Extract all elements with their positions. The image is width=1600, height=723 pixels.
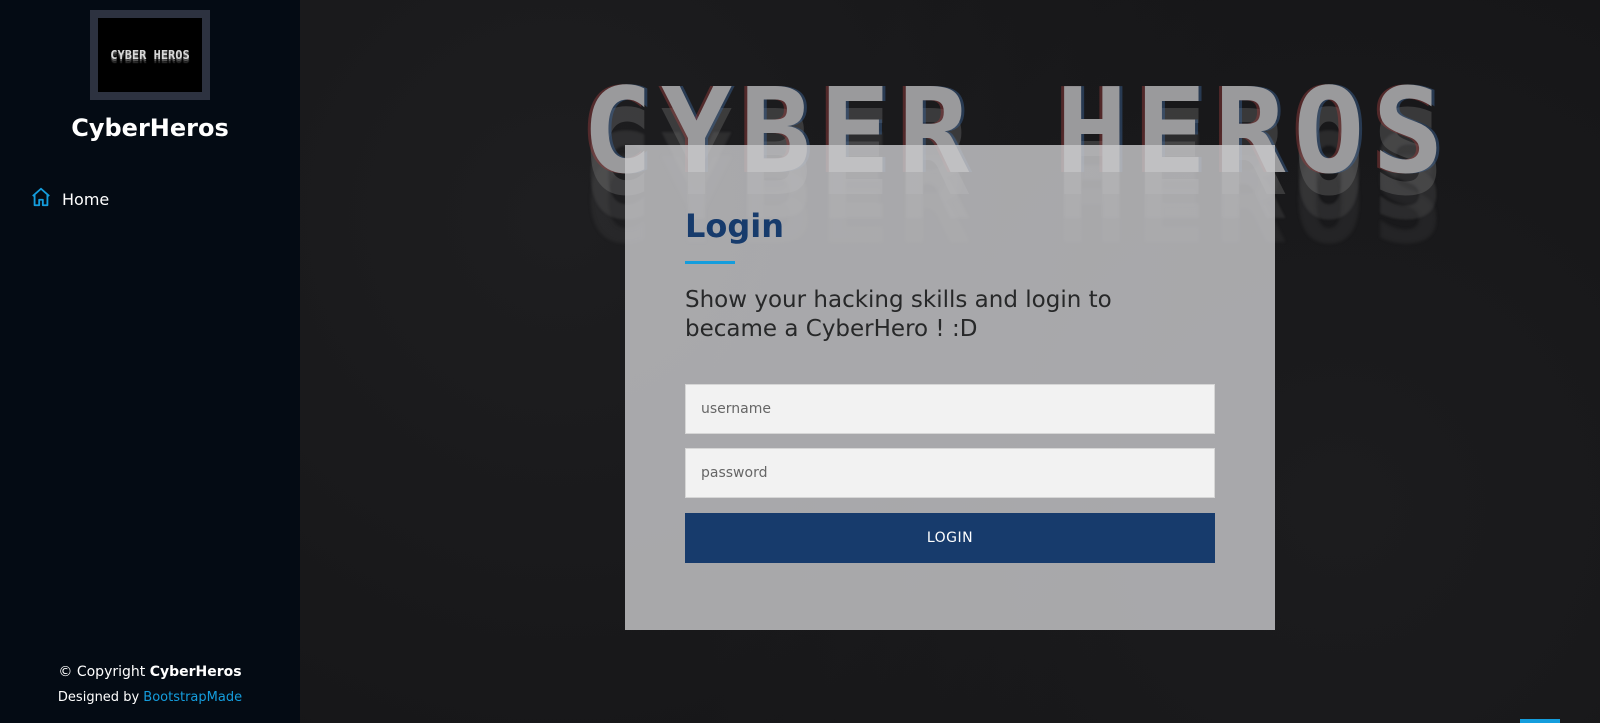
nav-item-home[interactable]: Home xyxy=(30,186,109,212)
login-subtitle: Show your hacking skills and login to be… xyxy=(685,287,1112,342)
designed-prefix: Designed by xyxy=(57,690,144,705)
login-title: Login xyxy=(685,207,785,245)
sidebar-footer: © Copyright CyberHeros Designed by Boots… xyxy=(0,664,300,705)
login-button[interactable]: LOGIN xyxy=(685,513,1215,563)
home-icon xyxy=(30,186,52,212)
logo-text: CYBER HEROS xyxy=(110,48,190,62)
title-underline xyxy=(685,261,735,264)
main-content: CYBER HEROS Login Show your hacking skil… xyxy=(300,0,1600,723)
logo-frame[interactable]: CYBER HEROS xyxy=(90,10,210,100)
login-card: Login Show your hacking skills and login… xyxy=(625,145,1275,630)
logo-image: CYBER HEROS xyxy=(98,18,202,92)
brand-name[interactable]: CyberHeros xyxy=(0,114,300,142)
nav-item-label: Home xyxy=(62,189,110,209)
copyright-name: CyberHeros xyxy=(149,664,242,680)
copyright: © Copyright CyberHeros xyxy=(0,664,300,680)
copyright-prefix: © Copyright xyxy=(58,664,150,680)
back-to-top-button[interactable] xyxy=(1520,719,1560,723)
password-input[interactable] xyxy=(685,448,1215,498)
sidebar: CYBER HEROS CyberHeros Home © Copyright … xyxy=(0,0,300,723)
username-input[interactable] xyxy=(685,384,1215,434)
designed-by: Designed by BootstrapMade xyxy=(0,690,300,705)
bootstrapmade-link[interactable]: BootstrapMade xyxy=(143,690,242,705)
